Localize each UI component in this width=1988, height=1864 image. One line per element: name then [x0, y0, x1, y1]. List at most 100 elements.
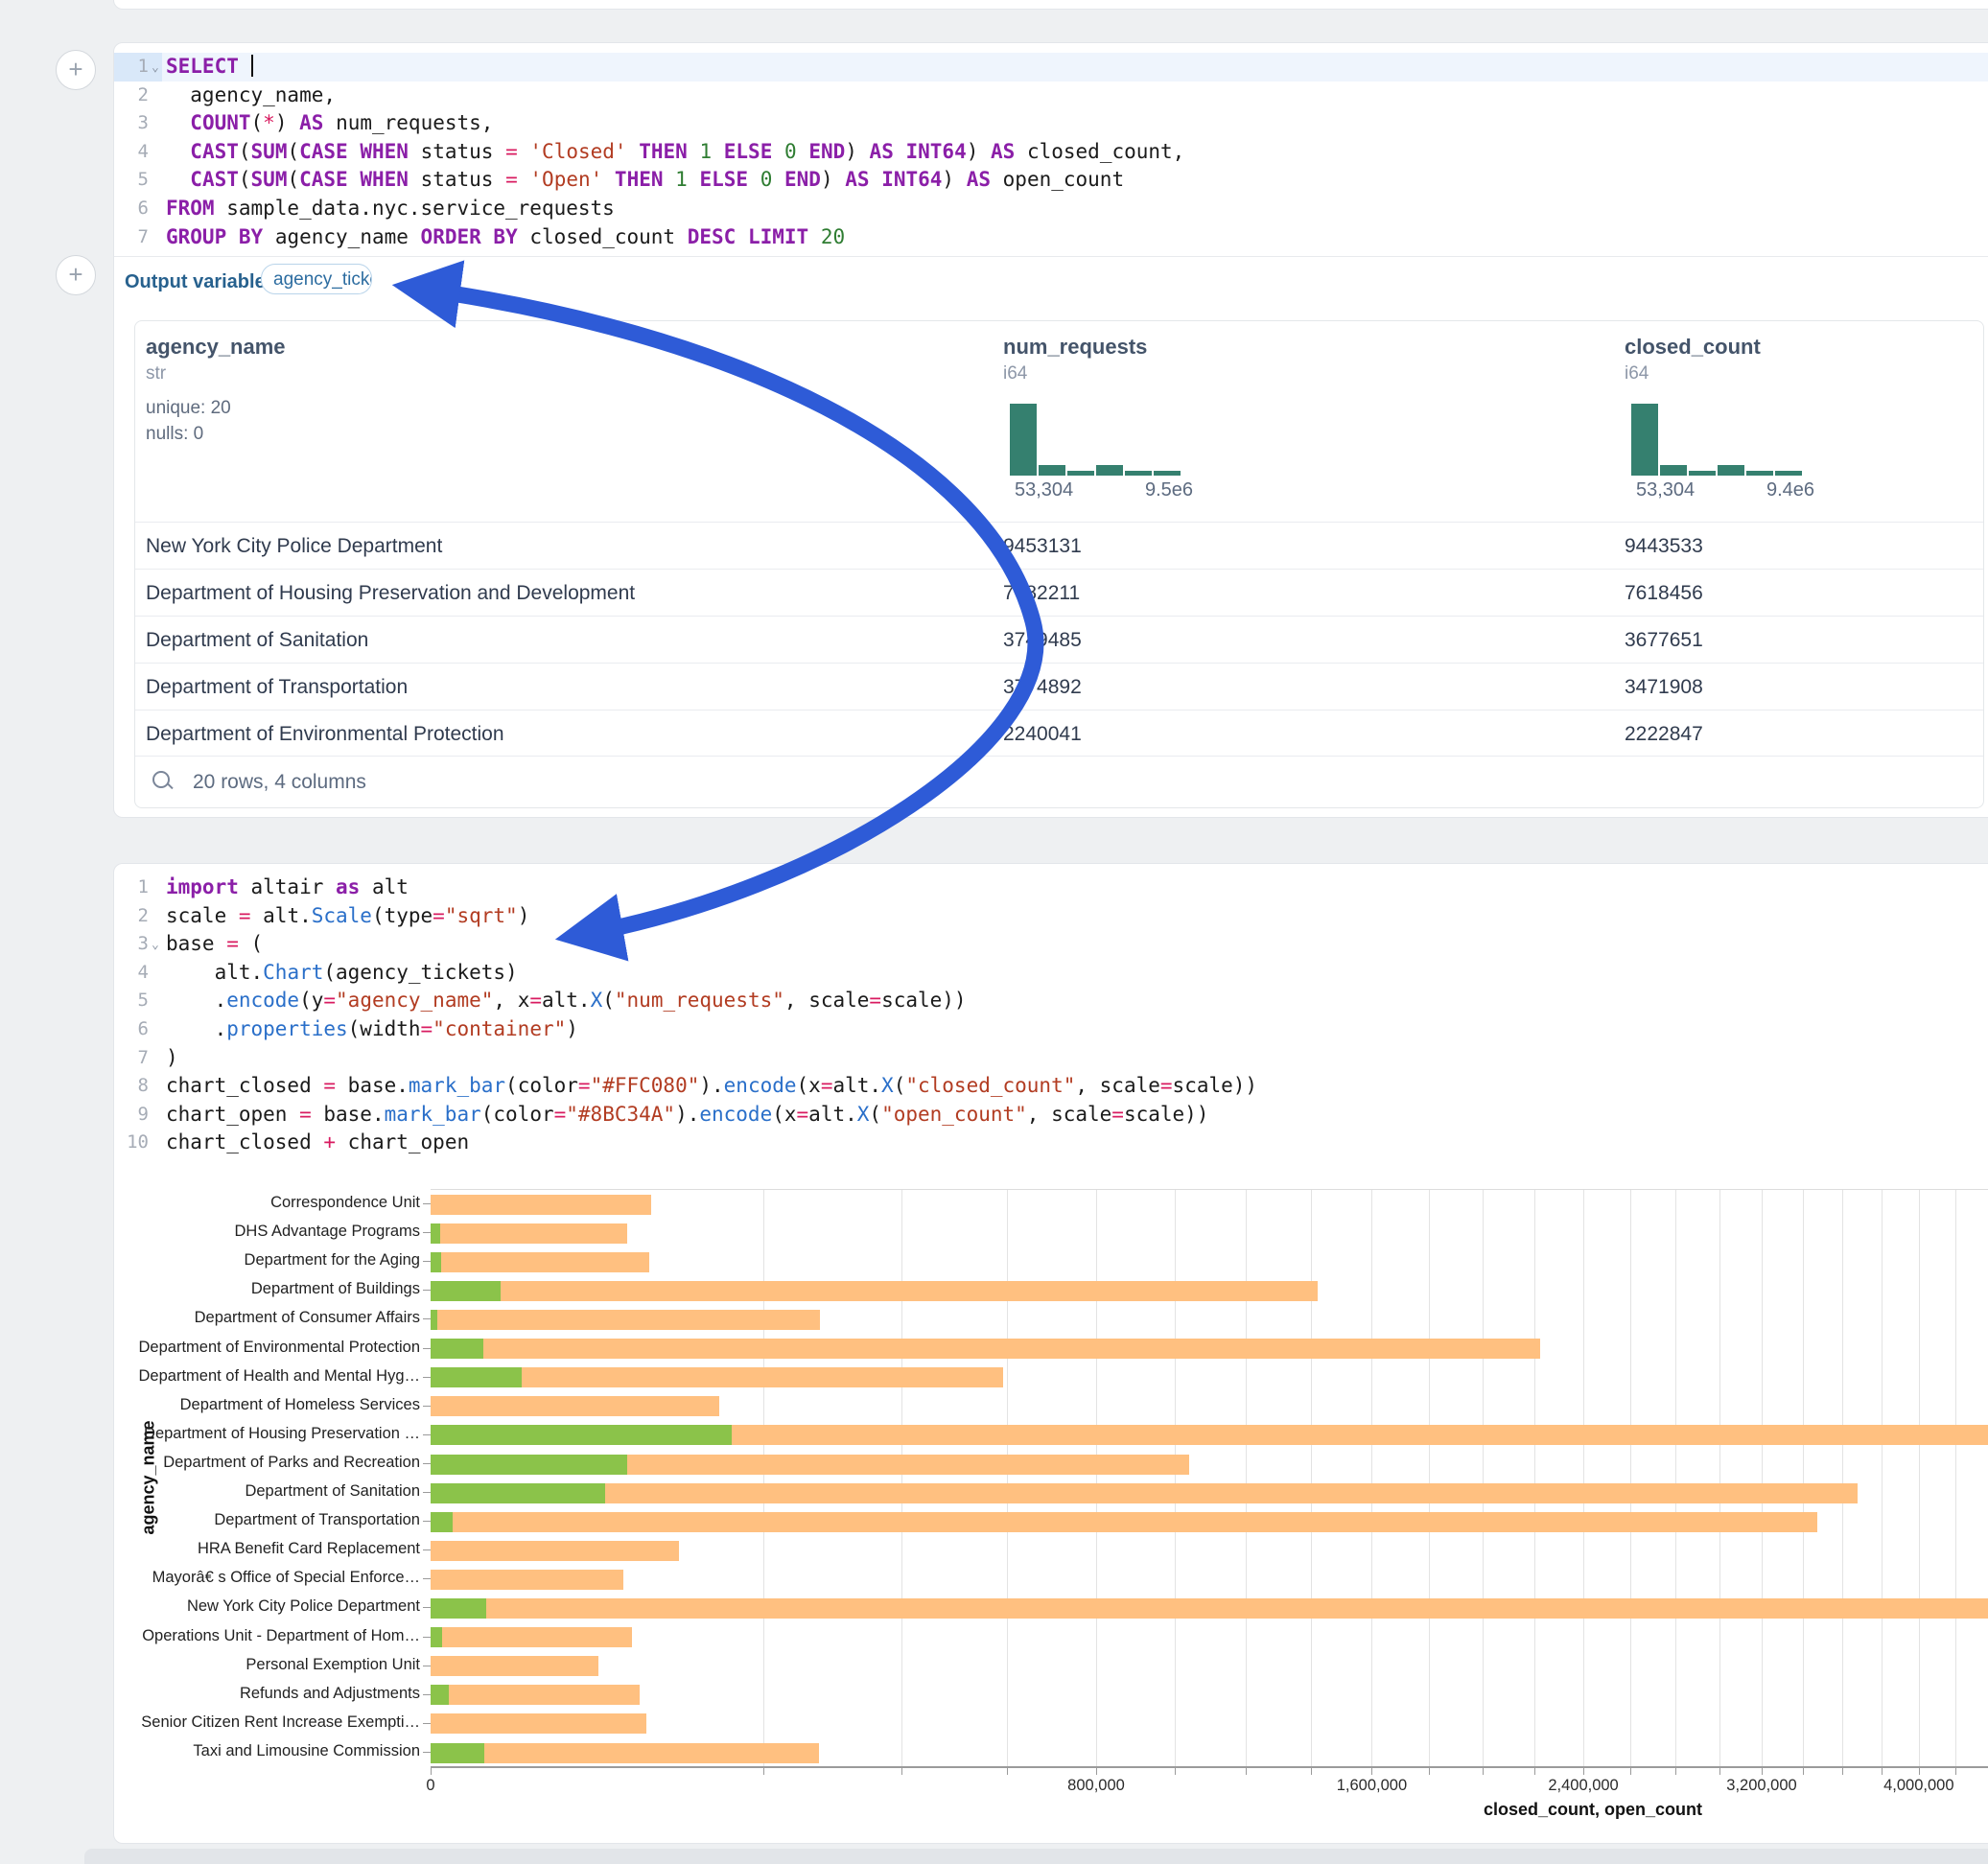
x-tick — [1583, 1768, 1584, 1775]
column-type: str — [146, 363, 166, 384]
y-axis-label: Personal Exemption Unit — [132, 1656, 420, 1674]
histogram-bar — [1154, 471, 1181, 476]
bar-open_count — [431, 1223, 440, 1244]
table-row: Department of Sanitation 3749485 3677651 — [135, 616, 1983, 664]
x-axis-label: 800,000 — [1067, 1777, 1125, 1795]
y-axis-label: Department of Buildings — [132, 1280, 420, 1298]
column-stat: nulls: 0 — [146, 424, 203, 445]
line-number: 3 — [114, 109, 149, 138]
add-cell-button-top[interactable]: + — [56, 50, 96, 90]
bar-closed_count — [431, 1743, 819, 1763]
next-section-edge — [84, 1849, 1988, 1864]
line-number: 2 — [114, 82, 149, 110]
code-line[interactable]: 2 agency_name, — [114, 82, 1988, 110]
y-axis-label: Department of Parks and Recreation — [132, 1454, 420, 1472]
add-cell-button-middle[interactable]: + — [56, 255, 96, 295]
bar-closed_count — [431, 1483, 1858, 1503]
bar-open_count — [431, 1743, 484, 1763]
x-axis-label: 0 — [426, 1777, 434, 1795]
x-tick — [1919, 1768, 1920, 1775]
y-tick — [423, 1434, 431, 1435]
y-tick — [423, 1406, 431, 1407]
gridline — [901, 1190, 902, 1767]
y-axis-label: Refunds and Adjustments — [132, 1685, 420, 1703]
table-cell: 3677651 — [1625, 629, 1703, 652]
column-header[interactable]: num_requests — [1003, 335, 1147, 360]
table-footer: 20 rows, 4 columns — [135, 756, 1983, 807]
y-axis-label: Operations Unit - Department of Hom… — [132, 1627, 420, 1645]
gridline — [1007, 1190, 1008, 1767]
gridline — [1882, 1190, 1883, 1767]
column-type: i64 — [1003, 363, 1027, 384]
y-axis-label: Department of Environmental Protection — [132, 1339, 420, 1357]
y-axis-label: Department of Transportation — [132, 1511, 420, 1529]
column-header[interactable]: closed_count — [1625, 335, 1761, 360]
line-number: 1 — [114, 53, 149, 82]
table-cell: 3749485 — [1003, 629, 1082, 652]
bar-closed_count — [431, 1396, 719, 1416]
y-tick — [423, 1318, 431, 1319]
y-tick — [423, 1694, 431, 1695]
histogram-bar — [1746, 471, 1773, 476]
x-tick — [1719, 1768, 1720, 1775]
fold-caret-icon[interactable]: ⌄ — [152, 54, 159, 82]
code-line[interactable]: 6FROM sample_data.nyc.service_requests — [114, 195, 1988, 223]
sql-code-editor[interactable]: 1⌄SELECT 2 agency_name,3 COUNT(*) AS num… — [114, 53, 1988, 251]
table-row: Department of Environmental Protection22… — [135, 710, 1983, 757]
x-tick — [1175, 1768, 1176, 1775]
divider — [114, 256, 1988, 257]
x-axis-label: 1,600,000 — [1337, 1777, 1407, 1795]
table-cell: 2222847 — [1625, 723, 1703, 746]
histogram-bar — [1660, 465, 1687, 476]
table-cell: Department of Sanitation — [146, 629, 368, 652]
y-axis-label: Senior Citizen Rent Increase Exempti… — [132, 1713, 420, 1732]
gridline — [1675, 1190, 1676, 1767]
x-axis-line — [431, 1766, 1988, 1768]
text-cursor — [251, 55, 253, 77]
sql-cell: 1⌄SELECT 2 agency_name,3 COUNT(*) AS num… — [113, 42, 1988, 818]
line-number: 7 — [114, 223, 149, 252]
x-tick — [1630, 1768, 1631, 1775]
bar-open_count — [431, 1512, 453, 1532]
x-tick — [763, 1768, 764, 1775]
bar-closed_count — [431, 1570, 623, 1590]
x-axis-label: 3,200,000 — [1726, 1777, 1796, 1795]
search-icon[interactable] — [152, 771, 170, 788]
code-line[interactable]: 7GROUP BY agency_name ORDER BY closed_co… — [114, 223, 1988, 252]
bar-closed_count — [431, 1223, 627, 1244]
notebook-page: + + 1⌄SELECT 2 agency_name,3 COUNT(*) AS… — [0, 0, 1988, 1864]
python-cell: 1import altair as alt2scale = alt.Scale(… — [113, 863, 1988, 1844]
y-tick — [423, 1203, 431, 1204]
histogram-bar — [1039, 465, 1065, 476]
table-row-count: 20 rows, 4 columns — [193, 771, 366, 794]
code-line[interactable]: 1⌄SELECT — [114, 53, 1988, 82]
code-line[interactable]: 5 CAST(SUM(CASE WHEN status = 'Open' THE… — [114, 166, 1988, 195]
bar-open_count — [431, 1425, 732, 1445]
histogram-bar — [1718, 465, 1744, 476]
column-header[interactable]: agency_name — [146, 335, 286, 360]
bar-closed_count — [431, 1252, 649, 1272]
y-axis-label: New York City Police Department — [132, 1597, 420, 1616]
bar-closed_count — [431, 1656, 598, 1676]
x-axis-label: 4,000,000 — [1883, 1777, 1953, 1795]
output-variable-pill[interactable]: agency_tickets — [261, 264, 372, 294]
histogram-min-label: 53,304 — [1015, 479, 1073, 501]
code-line[interactable]: 4 CAST(SUM(CASE WHEN status = 'Closed' T… — [114, 138, 1988, 167]
x-tick — [431, 1768, 432, 1775]
bar-closed_count — [431, 1195, 651, 1215]
gridline — [1246, 1190, 1247, 1767]
bar-open_count — [431, 1367, 522, 1387]
x-tick — [1955, 1768, 1956, 1775]
gridline — [763, 1190, 764, 1767]
gridline — [1429, 1190, 1430, 1767]
bar-closed_count — [431, 1685, 640, 1705]
y-tick — [423, 1463, 431, 1464]
bar-closed_count — [431, 1281, 1318, 1301]
histogram-max-label: 9.5e6 — [1145, 479, 1193, 501]
y-axis-label: Taxi and Limousine Commission — [132, 1742, 420, 1760]
code-line[interactable]: 3 COUNT(*) AS num_requests, — [114, 109, 1988, 138]
y-axis-label: Department of Homeless Services — [132, 1396, 420, 1414]
bar-closed_count — [431, 1541, 679, 1561]
gridline — [1096, 1190, 1097, 1767]
table-row: Department of Transportation377489234719… — [135, 663, 1983, 711]
